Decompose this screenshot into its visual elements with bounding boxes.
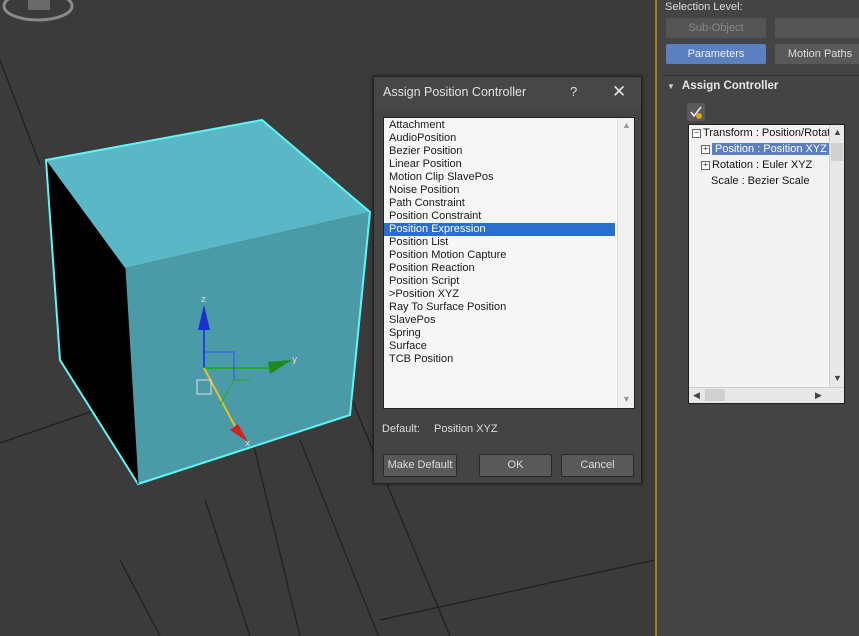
tree-item[interactable]: − Transform : Position/Rotat bbox=[692, 126, 830, 141]
controller-list-item[interactable]: TCB Position bbox=[384, 353, 619, 366]
default-label: Default: bbox=[382, 423, 420, 435]
tree-item-label: Transform : Position/Rotat bbox=[703, 127, 831, 139]
tree-item[interactable]: Scale : Bezier Scale bbox=[709, 174, 809, 189]
x-axis-label: x bbox=[245, 439, 251, 449]
cube[interactable] bbox=[44, 118, 372, 486]
y-axis-label: y bbox=[292, 355, 298, 365]
tree-item[interactable]: + Position : Position XYZ bbox=[701, 142, 830, 157]
scroll-right-icon[interactable]: ▶ bbox=[815, 390, 822, 401]
controller-list-item[interactable]: Surface bbox=[384, 340, 619, 353]
controller-list-item[interactable]: Bezier Position bbox=[384, 145, 619, 158]
controller-list[interactable]: Attachment AudioPosition Bezier Position Li… bbox=[383, 117, 635, 409]
expand-icon[interactable]: + bbox=[701, 160, 710, 170]
z-axis-label: z bbox=[201, 295, 206, 305]
make-default-button[interactable]: Make Default bbox=[383, 454, 457, 477]
controller-tree[interactable]: − Transform : Position/Rotat + Position : P… bbox=[688, 124, 845, 404]
controller-list-item[interactable]: Attachment bbox=[384, 119, 619, 132]
tree-item-label: Rotation : Euler XYZ bbox=[712, 159, 813, 171]
close-icon[interactable]: ✕ bbox=[612, 82, 626, 102]
scroll-down-icon[interactable]: ▼ bbox=[833, 373, 842, 383]
tree-item[interactable]: + Rotation : Euler XYZ bbox=[701, 158, 812, 173]
rollout-title: Assign Controller bbox=[681, 80, 779, 92]
controller-list-item[interactable]: Spring bbox=[384, 327, 619, 340]
controller-list-item[interactable]: AudioPosition bbox=[384, 132, 619, 145]
controller-list-item[interactable]: Position Script bbox=[384, 275, 619, 288]
viewcube[interactable] bbox=[0, 0, 80, 36]
sub-object-dropdown[interactable] bbox=[775, 18, 859, 38]
controller-list-item[interactable]: Linear Position bbox=[384, 158, 619, 171]
assign-controller-icon[interactable] bbox=[687, 103, 705, 121]
sub-object-button[interactable]: Sub-Object bbox=[666, 18, 766, 38]
dialog-title: Assign Position Controller bbox=[383, 85, 527, 99]
default-value: Position XYZ bbox=[434, 423, 498, 435]
controller-list-item[interactable]: SlavePos bbox=[384, 314, 619, 327]
controller-list-item[interactable]: Position Motion Capture bbox=[384, 249, 619, 262]
ok-button[interactable]: OK bbox=[479, 454, 552, 477]
viewcube-box bbox=[28, 0, 50, 10]
tree-hscroll-thumb[interactable] bbox=[705, 389, 725, 401]
tree-vscroll-thumb[interactable] bbox=[831, 143, 843, 161]
selection-level-label: Selection Level: bbox=[665, 1, 743, 13]
controller-list-item[interactable]: Noise Position bbox=[384, 184, 619, 197]
collapse-icon[interactable]: − bbox=[692, 128, 701, 138]
controller-list-item[interactable]: Position Reaction bbox=[384, 262, 619, 275]
rollout-divider bbox=[663, 75, 859, 76]
dialog-title-bar[interactable]: Assign Position Controller ? ✕ bbox=[374, 77, 641, 107]
controller-list-item[interactable]: Path Constraint bbox=[384, 197, 619, 210]
controller-list-item[interactable]: Position Constraint bbox=[384, 210, 619, 223]
controller-list-item[interactable]: Position List bbox=[384, 236, 619, 249]
controller-list-item[interactable]: Ray To Surface Position bbox=[384, 301, 619, 314]
controller-list-item[interactable]: Motion Clip SlavePos bbox=[384, 171, 619, 184]
tree-vertical-scrollbar[interactable]: ▲ ▼ bbox=[829, 125, 844, 387]
cancel-button[interactable]: Cancel bbox=[561, 454, 634, 477]
assign-position-controller-dialog: Assign Position Controller ? ✕ Attachmen… bbox=[373, 76, 642, 484]
tree-item-label: Position : Position XYZ bbox=[712, 143, 830, 155]
list-scroll-down-icon[interactable]: ▼ bbox=[622, 394, 631, 404]
tree-item-label: Scale : Bezier Scale bbox=[711, 175, 810, 187]
help-icon[interactable]: ? bbox=[570, 84, 577, 99]
list-vertical-scrollbar[interactable]: ▲ ▼ bbox=[617, 118, 634, 408]
controller-list-item[interactable]: Position Expression bbox=[384, 223, 615, 236]
parameters-button[interactable]: Parameters bbox=[666, 44, 766, 64]
scroll-up-icon[interactable]: ▲ bbox=[833, 127, 842, 137]
tree-horizontal-scrollbar[interactable]: ◀ ▶ bbox=[689, 387, 844, 403]
collapse-triangle-icon: ▼ bbox=[667, 82, 675, 91]
expand-icon[interactable]: + bbox=[701, 144, 710, 154]
controller-list-item[interactable]: >Position XYZ bbox=[384, 288, 619, 301]
assign-checkmark-icon bbox=[690, 106, 702, 119]
assign-controller-rollout-header[interactable]: ▼ Assign Controller bbox=[667, 80, 778, 92]
list-scroll-up-icon[interactable]: ▲ bbox=[622, 120, 631, 130]
motion-paths-button[interactable]: Motion Paths bbox=[775, 44, 859, 64]
scroll-left-icon[interactable]: ◀ bbox=[693, 390, 700, 401]
